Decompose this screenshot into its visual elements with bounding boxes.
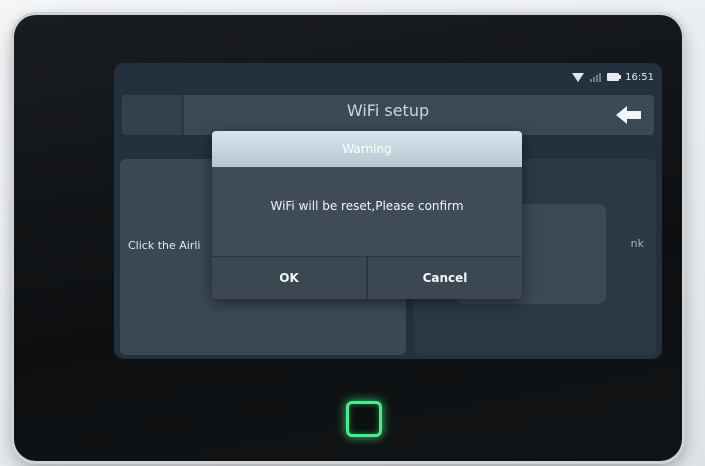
device-bezel: 16:51 WiFi setup Click the Airli nk Warn… <box>14 15 682 461</box>
airlink-hint: Click the Airli <box>128 239 201 252</box>
back-button[interactable] <box>616 105 642 125</box>
dialog-message: WiFi will be reset,Please confirm <box>270 199 464 213</box>
signal-icon <box>590 72 602 82</box>
battery-icon <box>607 73 622 81</box>
status-bar: 16:51 <box>572 69 654 85</box>
touch-screen: 16:51 WiFi setup Click the Airli nk Warn… <box>114 63 662 359</box>
page-title: WiFi setup <box>346 101 430 120</box>
dialog-button-row: OK Cancel <box>212 256 522 299</box>
cancel-button[interactable]: Cancel <box>368 257 522 299</box>
wifi-icon <box>572 72 585 82</box>
secondary-option-label: nk <box>630 237 644 250</box>
status-time: 16:51 <box>625 71 654 83</box>
home-square-icon[interactable] <box>346 401 382 437</box>
ok-button[interactable]: OK <box>212 257 368 299</box>
title-bar: WiFi setup <box>122 95 654 135</box>
left-arrow-icon <box>616 106 641 124</box>
dialog-title: Warning <box>212 131 522 167</box>
warning-dialog: Warning WiFi will be reset,Please confir… <box>212 131 522 299</box>
